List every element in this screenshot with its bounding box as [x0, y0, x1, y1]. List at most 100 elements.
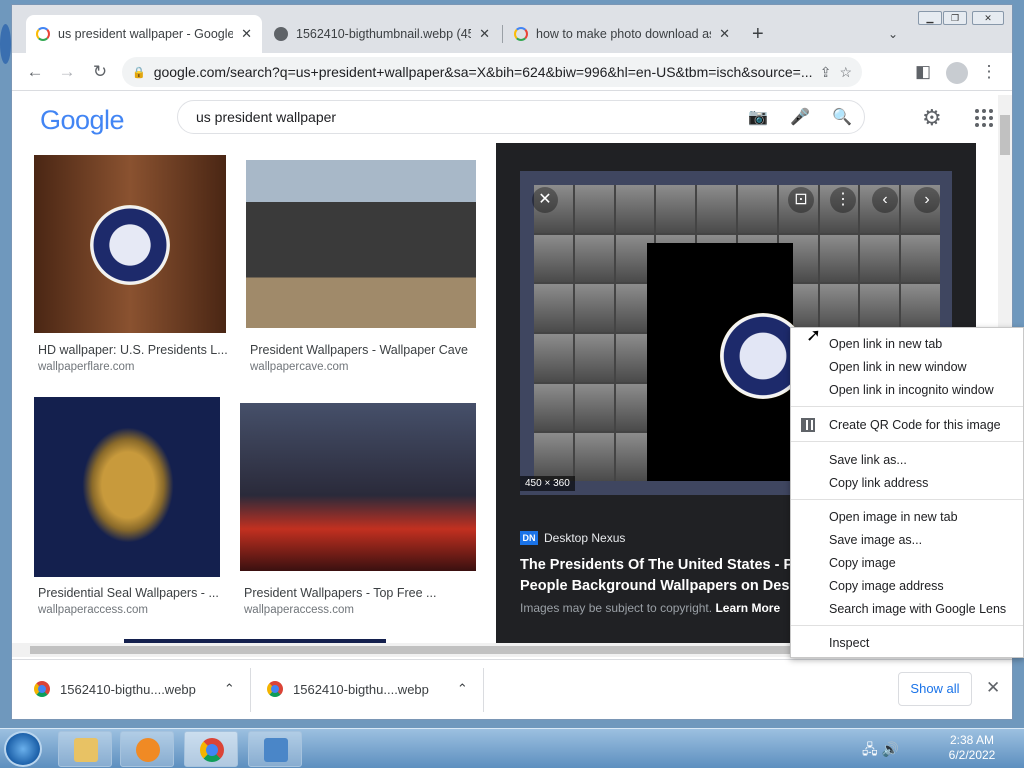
result-source[interactable]: wallpaperflare.com: [38, 361, 135, 373]
url-text[interactable]: google.com/search?q=us+president+wallpap…: [154, 64, 812, 80]
taskbar-control-panel[interactable]: [248, 731, 302, 767]
menu-divider: [791, 441, 1023, 442]
download-item[interactable]: 1562410-bigthu....webp ⌃: [267, 674, 468, 704]
scrollbar-thumb[interactable]: [1000, 115, 1010, 155]
menu-create-qr-code[interactable]: Create QR Code for this image: [829, 418, 1001, 432]
google-logo[interactable]: Google: [40, 105, 125, 136]
result-thumbnail[interactable]: [34, 155, 226, 333]
qr-code-icon: [801, 418, 815, 432]
more-options-icon[interactable]: ⋮: [830, 187, 856, 213]
menu-divider: [791, 625, 1023, 626]
copyright-text: Images may be subject to copyright.: [520, 601, 713, 615]
menu-inspect[interactable]: Inspect: [829, 636, 869, 650]
side-panel-icon[interactable]: ◧: [912, 62, 934, 82]
close-shelf-icon[interactable]: ✕: [986, 678, 1000, 698]
tab-title: us president wallpaper - Google: [58, 27, 234, 41]
menu-search-google-lens[interactable]: Search image with Google Lens: [829, 602, 1006, 616]
tab-us-president-wallpaper[interactable]: us president wallpaper - Google ✕: [26, 15, 262, 53]
close-preview-icon[interactable]: ✕: [532, 187, 558, 213]
close-tab-icon[interactable]: ✕: [479, 26, 490, 42]
bookmark-star-icon[interactable]: ☆: [839, 64, 852, 81]
menu-kebab-icon[interactable]: ⋮: [978, 62, 1000, 82]
learn-more-link[interactable]: Learn More: [715, 601, 780, 615]
search-input[interactable]: us president wallpaper: [196, 109, 726, 125]
network-icon[interactable]: 🖧: [862, 741, 878, 757]
download-shelf: 1562410-bigthu....webp ⌃ 1562410-bigthu.…: [12, 659, 1012, 719]
scrollbar-thumb[interactable]: [30, 646, 790, 654]
apps-grid-icon[interactable]: [975, 109, 993, 127]
chevron-up-icon[interactable]: ⌃: [457, 681, 468, 697]
lock-icon[interactable]: 🔒: [132, 66, 146, 79]
result-title[interactable]: President Wallpapers - Top Free ...: [244, 586, 436, 600]
previous-icon[interactable]: ‹: [872, 187, 898, 213]
folder-icon: [74, 738, 98, 762]
profile-avatar[interactable]: [946, 62, 968, 84]
download-filename[interactable]: 1562410-bigthu....webp: [60, 682, 196, 697]
result-title[interactable]: Presidential Seal Wallpapers - ...: [38, 586, 219, 600]
menu-copy-image[interactable]: Copy image: [829, 556, 896, 570]
taskbar-media-player[interactable]: [120, 731, 174, 767]
back-icon[interactable]: ←: [24, 62, 46, 82]
reload-icon[interactable]: ↻: [89, 62, 111, 82]
result-thumbnail[interactable]: [246, 160, 476, 328]
menu-save-image-as[interactable]: Save image as...: [829, 533, 922, 547]
search-box[interactable]: us president wallpaper 📷 🎤 🔍: [177, 100, 865, 134]
menu-open-link-new-window[interactable]: Open link in new window: [829, 360, 967, 374]
lens-icon[interactable]: ⊡: [788, 187, 814, 213]
menu-open-link-incognito[interactable]: Open link in incognito window: [829, 383, 994, 397]
start-button[interactable]: [4, 731, 42, 767]
preview-title[interactable]: The Presidents Of The United States - Po…: [520, 555, 820, 597]
show-all-button[interactable]: Show all: [898, 672, 972, 706]
share-icon[interactable]: ⇪: [820, 64, 832, 81]
tab-how-to-make-photo[interactable]: how to make photo download as ✕: [504, 15, 740, 53]
result-source[interactable]: wallpapercave.com: [250, 361, 348, 373]
media-player-icon: [136, 738, 160, 762]
new-tab-button[interactable]: +: [752, 23, 764, 46]
tab-bigthumbnail[interactable]: 1562410-bigthumbnail.webp (45( ✕: [264, 15, 500, 53]
download-divider: [250, 668, 251, 712]
close-tab-icon[interactable]: ✕: [719, 26, 730, 42]
menu-copy-link-address[interactable]: Copy link address: [829, 476, 928, 490]
copyright-notice: Images may be subject to copyright. Lear…: [520, 601, 780, 615]
tab-strip: us president wallpaper - Google ✕ 156241…: [12, 5, 1012, 53]
microphone-icon[interactable]: 🎤: [790, 107, 810, 127]
control-panel-icon: [264, 738, 288, 762]
presidential-seal-image: [90, 205, 170, 285]
maximize-button[interactable]: ❐: [943, 11, 967, 25]
taskbar-chrome[interactable]: [184, 731, 238, 767]
close-tab-icon[interactable]: ✕: [241, 26, 252, 42]
system-tray: 🖧 🔊: [862, 739, 899, 763]
preview-site-name[interactable]: Desktop Nexus: [544, 531, 625, 545]
result-source[interactable]: wallpaperaccess.com: [244, 604, 354, 616]
result-source[interactable]: wallpaperaccess.com: [38, 604, 148, 616]
download-item[interactable]: 1562410-bigthu....webp ⌃: [34, 674, 235, 704]
next-icon[interactable]: ›: [914, 187, 940, 213]
search-icon[interactable]: 🔍: [832, 107, 852, 127]
forward-icon[interactable]: →: [56, 62, 78, 82]
clock-date: 6/2/2022: [948, 748, 996, 762]
preview-source[interactable]: DN Desktop Nexus: [520, 531, 625, 545]
menu-copy-image-address[interactable]: Copy image address: [829, 579, 944, 593]
google-logo-text: Google: [40, 105, 125, 135]
menu-divider: [791, 406, 1023, 407]
close-window-button[interactable]: ✕: [972, 11, 1004, 25]
volume-icon[interactable]: 🔊: [882, 741, 899, 757]
google-header: Google us president wallpaper 📷 🎤 🔍 ⚙: [12, 91, 1000, 143]
clock[interactable]: 2:38 AM 6/2/2022: [940, 733, 1004, 763]
address-bar[interactable]: 🔒 google.com/search?q=us+president+wallp…: [122, 57, 862, 87]
camera-icon[interactable]: 📷: [748, 107, 768, 127]
taskbar-explorer[interactable]: [58, 731, 112, 767]
image-dimensions: 450 × 360: [520, 476, 575, 491]
chevron-up-icon[interactable]: ⌃: [224, 681, 235, 697]
tab-search-dropdown-icon[interactable]: ⌄: [888, 27, 898, 41]
menu-save-link-as[interactable]: Save link as...: [829, 453, 907, 467]
menu-open-link-new-tab[interactable]: Open link in new tab: [829, 337, 942, 351]
result-thumbnail[interactable]: [240, 403, 476, 571]
result-thumbnail[interactable]: [34, 397, 220, 577]
download-filename[interactable]: 1562410-bigthu....webp: [293, 682, 429, 697]
result-title[interactable]: HD wallpaper: U.S. Presidents L...: [38, 343, 228, 357]
menu-open-image-new-tab[interactable]: Open image in new tab: [829, 510, 958, 524]
gear-icon[interactable]: ⚙: [922, 105, 942, 131]
result-title[interactable]: President Wallpapers - Wallpaper Cave: [250, 343, 468, 357]
minimize-button[interactable]: ▁: [918, 11, 942, 25]
